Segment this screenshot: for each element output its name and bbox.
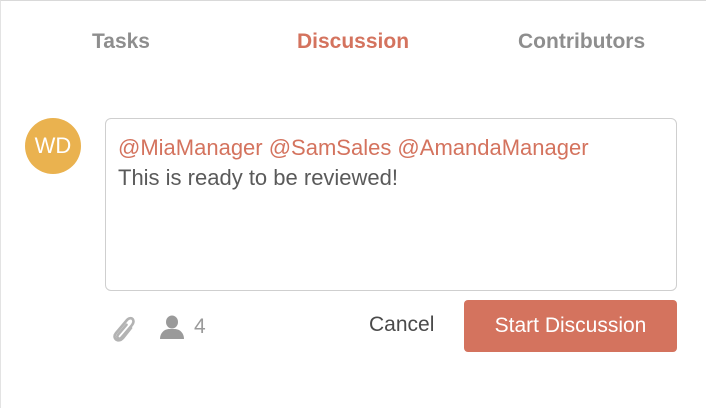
person-icon xyxy=(159,315,185,339)
message-text: This is ready to be reviewed! xyxy=(118,165,399,190)
tab-bar: Tasks Discussion Contributors xyxy=(1,30,706,60)
paperclip-icon[interactable] xyxy=(105,310,135,344)
discussion-textarea[interactable]: @MiaManager @SamSales @AmandaManager Thi… xyxy=(105,118,677,291)
contributors-count[interactable]: 4 xyxy=(159,313,206,341)
mention-list: @MiaManager @SamSales @AmandaManager xyxy=(118,135,589,160)
tab-tasks[interactable]: Tasks xyxy=(92,30,150,54)
tab-contributors[interactable]: Contributors xyxy=(518,30,645,54)
start-discussion-button[interactable]: Start Discussion xyxy=(464,300,677,352)
contributors-count-value: 4 xyxy=(194,315,206,338)
avatar: WD xyxy=(25,118,81,174)
discussion-panel: Tasks Discussion Contributors WD @MiaMan… xyxy=(0,0,706,408)
tab-discussion[interactable]: Discussion xyxy=(297,30,409,54)
cancel-button[interactable]: Cancel xyxy=(369,313,434,337)
